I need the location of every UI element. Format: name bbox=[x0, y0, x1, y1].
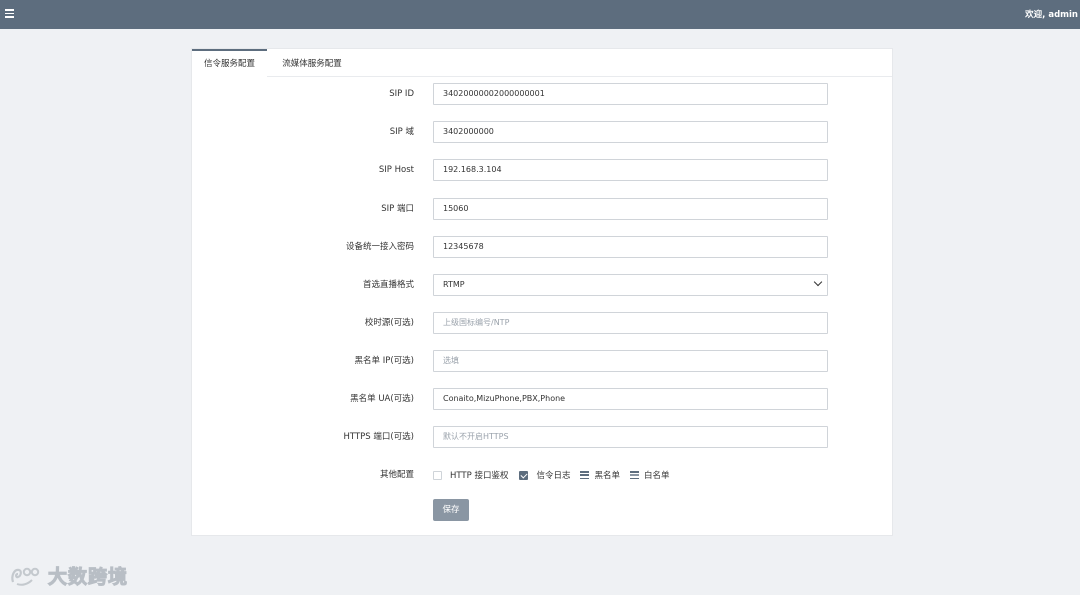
https-port-label: HTTPS 端口(可选) bbox=[343, 432, 414, 442]
watermark-logo-icon bbox=[11, 567, 40, 586]
sip-port-input[interactable]: 15060 bbox=[433, 198, 828, 220]
form-row-sip-domain: SIP 域 3402000000 bbox=[192, 121, 892, 143]
watermark-text: 大数跨境 bbox=[47, 566, 129, 589]
form-row-stream-format: 首选直播格式 RTMP bbox=[192, 274, 892, 296]
watermark: 大数跨境 bbox=[10, 562, 128, 589]
form-row-other-config: 其他配置 HTTP 接口鉴权 信令日志 黑名单 白名单 bbox=[192, 464, 892, 486]
stream-format-label: 首选直播格式 bbox=[362, 280, 414, 290]
form-row-https-port: HTTPS 端口(可选) 默认不开启HTTPS bbox=[192, 426, 892, 448]
device-password-label: 设备统一接入密码 bbox=[345, 242, 414, 252]
form-row-actions: 保存 bbox=[192, 499, 892, 521]
tab-media-config[interactable]: 流媒体服务配置 bbox=[267, 49, 357, 77]
form-row-time-source: 校时源(可选) 上级国标编号/NTP bbox=[192, 312, 892, 334]
sip-id-label: SIP ID bbox=[389, 89, 414, 99]
blacklist-ua-input[interactable]: Conaito,MizuPhone,PBX,Phone bbox=[433, 388, 828, 410]
device-password-input[interactable]: 12345678 bbox=[433, 236, 828, 258]
hamburger-icon[interactable] bbox=[5, 9, 14, 18]
blacklist-link[interactable]: 黑名单 bbox=[594, 469, 620, 481]
other-config-options: HTTP 接口鉴权 信令日志 黑名单 白名单 bbox=[433, 464, 670, 486]
save-button[interactable]: 保存 bbox=[433, 499, 469, 521]
list-alt-icon[interactable] bbox=[630, 471, 639, 479]
other-config-label: 其他配置 bbox=[379, 470, 414, 480]
signal-log-label[interactable]: 信令日志 bbox=[536, 469, 570, 481]
blacklist-ua-label: 黑名单 UA(可选) bbox=[350, 394, 414, 404]
sip-domain-input[interactable]: 3402000000 bbox=[433, 121, 828, 143]
list-icon[interactable] bbox=[580, 471, 590, 479]
top-navbar: 欢迎, admin bbox=[0, 0, 1080, 29]
sip-host-input[interactable]: 192.168.3.104 bbox=[433, 159, 828, 181]
blacklist-ip-label: 黑名单 IP(可选) bbox=[354, 356, 414, 366]
blacklist-ip-input[interactable]: 选填 bbox=[433, 350, 828, 372]
config-panel: 信令服务配置 流媒体服务配置 SIP ID 340200000020000000… bbox=[191, 48, 893, 536]
stream-format-value: RTMP bbox=[443, 280, 465, 289]
tab-signal-config[interactable]: 信令服务配置 bbox=[192, 49, 267, 78]
time-source-input[interactable]: 上级国标编号/NTP bbox=[433, 312, 828, 334]
sip-host-label: SIP Host bbox=[378, 165, 414, 175]
form-row-device-password: 设备统一接入密码 12345678 bbox=[192, 236, 892, 258]
http-auth-label[interactable]: HTTP 接口鉴权 bbox=[450, 469, 508, 481]
form-row-sip-id: SIP ID 34020000002000000001 bbox=[192, 83, 892, 105]
form-row-sip-host: SIP Host 192.168.3.104 bbox=[192, 159, 892, 181]
welcome-user-menu[interactable]: 欢迎, admin bbox=[1025, 8, 1078, 20]
form-row-sip-port: SIP 端口 15060 bbox=[192, 198, 892, 220]
tab-bar: 信令服务配置 流媒体服务配置 bbox=[192, 49, 892, 78]
form-row-blacklist-ip: 黑名单 IP(可选) 选填 bbox=[192, 350, 892, 372]
sip-id-input[interactable]: 34020000002000000001 bbox=[433, 83, 828, 105]
stream-format-select[interactable]: RTMP bbox=[433, 274, 828, 296]
signal-log-checkbox[interactable] bbox=[519, 470, 529, 480]
http-auth-checkbox[interactable] bbox=[433, 470, 442, 480]
chevron-down-icon bbox=[813, 277, 823, 287]
https-port-input[interactable]: 默认不开启HTTPS bbox=[433, 426, 828, 448]
whitelist-link[interactable]: 白名单 bbox=[644, 469, 670, 481]
sip-domain-label: SIP 域 bbox=[389, 127, 414, 137]
time-source-label: 校时源(可选) bbox=[364, 318, 414, 328]
form-row-blacklist-ua: 黑名单 UA(可选) Conaito,MizuPhone,PBX,Phone bbox=[192, 388, 892, 410]
sip-port-label: SIP 端口 bbox=[381, 204, 414, 214]
